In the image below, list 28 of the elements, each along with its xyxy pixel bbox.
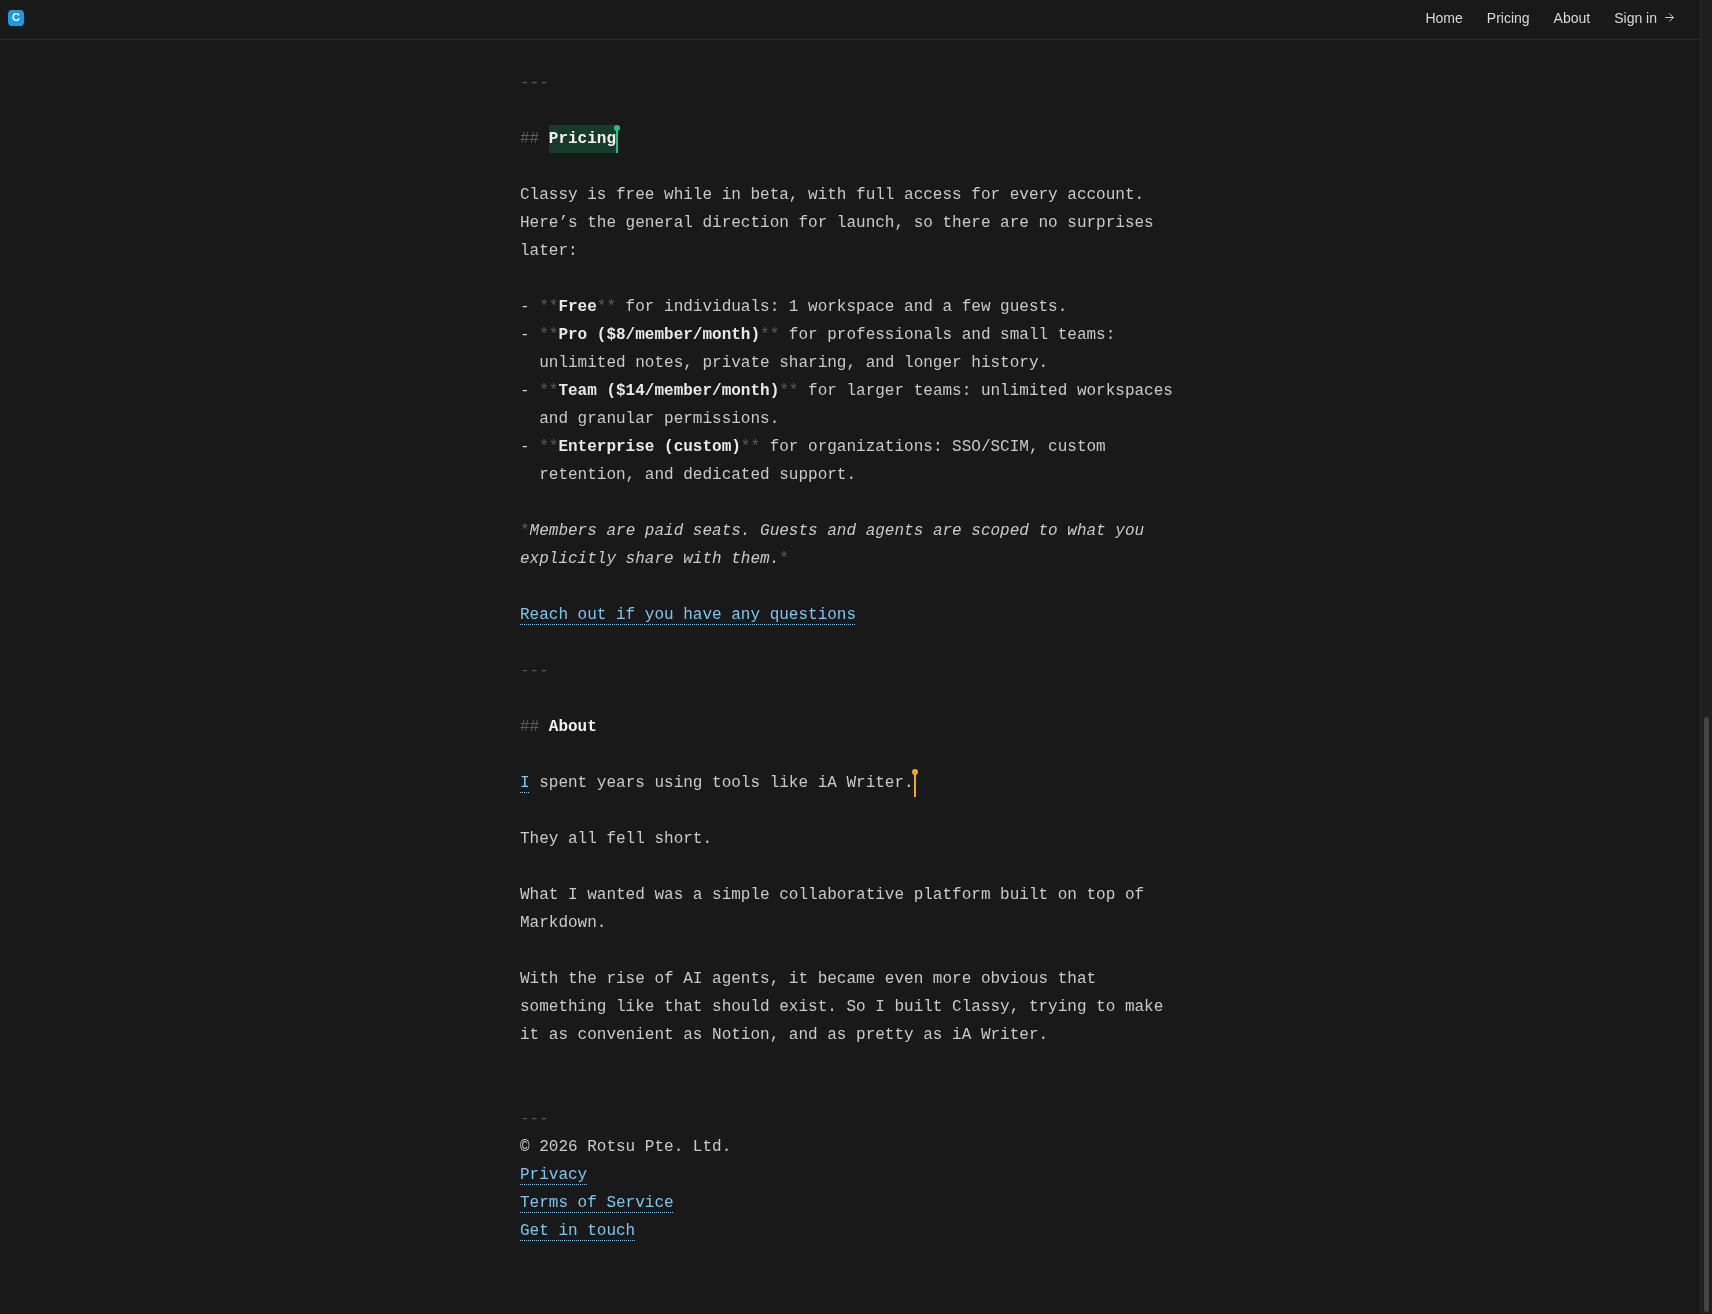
nav-link[interactable]: About bbox=[1553, 7, 1591, 28]
arrow-right-icon bbox=[1663, 11, 1676, 24]
paragraph-text: With the rise of AI agents, it became even more obvious that something like that should exist. So I built Classy, trying to make it as convenient as Notion, and as pretty as iA Writer. bbox=[520, 970, 1164, 1044]
section-heading: ## Pricing bbox=[520, 125, 617, 153]
copyright-text: © 2026 Rotsu Pte. Ltd. bbox=[520, 1137, 732, 1158]
list-item: - **Free** for individuals: 1 workspace and a few guests. bbox=[520, 297, 1069, 318]
paragraph-text: What I wanted was a simple collaborative platform built on top of Markdown. bbox=[520, 886, 1145, 932]
list-item: - **Team ($14/member/month)** for larger teams: unlimited workspaces and granular permissions. bbox=[520, 381, 1174, 430]
scrollbar-thumb[interactable] bbox=[1704, 717, 1709, 1312]
list-item: - **Pro ($8/member/month)** for professionals and small teams: unlimited notes, private sharing, and longer history. bbox=[520, 325, 1117, 374]
footer-link[interactable]: Get in touch bbox=[520, 1217, 636, 1245]
paragraph-text: *Members are paid seats. Guests and agents are scoped to what you explicitly share with them.* bbox=[520, 522, 1145, 568]
nav-link[interactable]: Home bbox=[1425, 7, 1463, 28]
scrollbar-track[interactable] bbox=[1700, 0, 1712, 1314]
footer-link[interactable]: Terms of Service bbox=[520, 1189, 674, 1217]
section-heading: ## About bbox=[520, 717, 597, 738]
nav-link[interactable]: Pricing bbox=[1486, 7, 1530, 28]
paragraph-text: Classy is free while in beta, with full access for every account. Here’s the general direction for launch, so there are no surprises later: bbox=[520, 186, 1154, 260]
paragraph-text: They all fell short. bbox=[520, 830, 713, 848]
rule-marker: --- bbox=[520, 1109, 549, 1130]
list-item: - **Enterprise (custom)** for organizations: SSO/SCIM, custom retention, and dedicated support. bbox=[520, 437, 1107, 486]
rule-marker: --- bbox=[520, 662, 549, 680]
contact-link[interactable]: Reach out if you have any questions bbox=[520, 606, 857, 624]
footer-link[interactable]: Privacy bbox=[520, 1161, 588, 1189]
text-link[interactable]: I bbox=[520, 774, 530, 792]
sign-in-link[interactable]: Sign in bbox=[1614, 7, 1676, 28]
paragraph-text: I spent years using tools like iA Writer. bbox=[520, 774, 914, 792]
rule-marker: --- bbox=[520, 74, 549, 92]
